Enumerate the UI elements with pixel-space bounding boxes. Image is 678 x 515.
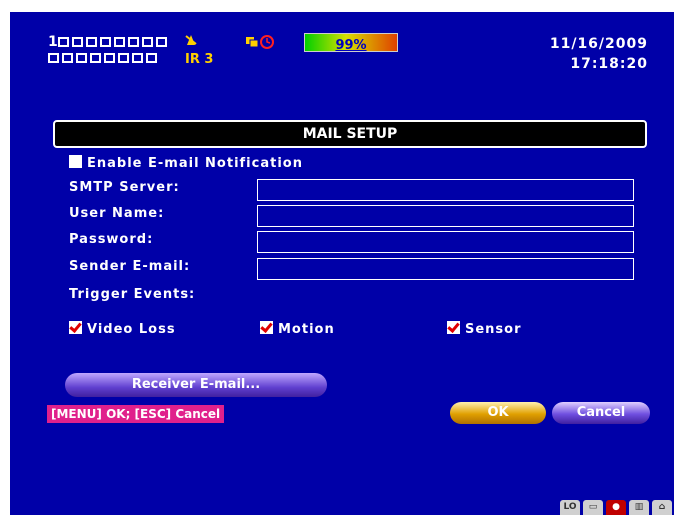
channel-box <box>76 53 87 63</box>
check-icon <box>69 321 82 334</box>
sender-email-input[interactable] <box>257 258 634 280</box>
channel-box <box>114 37 125 47</box>
dvr-screen: 1 IR 3 99% 11/16/2009 17:18:20 MAIL SETU… <box>10 12 674 515</box>
check-icon <box>447 321 460 334</box>
channel-grid: 1 <box>48 34 170 66</box>
password-input[interactable] <box>257 231 634 253</box>
alarm-icon <box>185 35 197 45</box>
password-label: Password: <box>69 232 154 247</box>
ok-button[interactable]: OK <box>450 402 546 424</box>
channel-box <box>90 53 101 63</box>
channel-box <box>48 53 59 63</box>
user-name-input[interactable] <box>257 205 634 227</box>
channel-box <box>72 37 83 47</box>
channel-box <box>132 53 143 63</box>
channel-box <box>156 37 167 47</box>
mail-setup-dialog: MAIL SETUP Enable E-mail Notification SM… <box>47 120 651 424</box>
channel-box <box>104 53 115 63</box>
time-display: 17:18:20 <box>570 56 648 72</box>
ir-indicator: IR 3 <box>185 52 214 67</box>
channel-box <box>100 37 111 47</box>
record-icon: ● <box>606 500 626 515</box>
monitor-icon: ▭ <box>583 500 603 515</box>
channel-prefix: 1 <box>48 34 58 50</box>
channel-box <box>118 53 129 63</box>
receiver-email-button[interactable]: Receiver E-mail... <box>65 373 327 397</box>
lock-icon: ⌂ <box>652 500 672 515</box>
status-icon-bar: LO ▭ ● ▥ ⌂ <box>560 500 672 515</box>
video-loss-label: Video Loss <box>87 322 176 337</box>
smtp-server-label: SMTP Server: <box>69 180 180 195</box>
motion-label: Motion <box>278 322 335 337</box>
sensor-checkbox[interactable]: Sensor <box>447 321 522 337</box>
key-hint: [MENU] OK; [ESC] Cancel <box>47 405 225 423</box>
channel-box <box>62 53 73 63</box>
cancel-button[interactable]: Cancel <box>552 402 650 424</box>
datetime: 11/16/2009 17:18:20 <box>550 34 648 74</box>
channel-box <box>86 37 97 47</box>
trigger-events-label: Trigger Events: <box>69 287 196 302</box>
lo-icon: LO <box>560 500 580 515</box>
motion-checkbox[interactable]: Motion <box>260 321 335 337</box>
channel-box <box>128 37 139 47</box>
channel-box <box>58 37 69 47</box>
user-name-label: User Name: <box>69 206 165 221</box>
hdd-usage-bar: 99% <box>304 33 398 53</box>
sensor-label: Sensor <box>465 322 522 337</box>
checkbox-icon <box>69 155 82 168</box>
hdd-timer-icon <box>246 35 274 49</box>
smtp-server-input[interactable] <box>257 179 634 201</box>
enable-notification-label: Enable E-mail Notification <box>87 156 303 171</box>
video-loss-checkbox[interactable]: Video Loss <box>69 321 176 337</box>
dialog-title: MAIL SETUP <box>53 120 647 148</box>
network-icon: ▥ <box>629 500 649 515</box>
channel-box <box>142 37 153 47</box>
date-display: 11/16/2009 <box>549 36 648 52</box>
channel-box <box>146 53 157 63</box>
check-icon <box>260 321 273 334</box>
enable-notification-checkbox[interactable]: Enable E-mail Notification <box>69 155 303 171</box>
hdd-usage-value: 99% <box>335 38 367 53</box>
sender-email-label: Sender E-mail: <box>69 259 191 274</box>
